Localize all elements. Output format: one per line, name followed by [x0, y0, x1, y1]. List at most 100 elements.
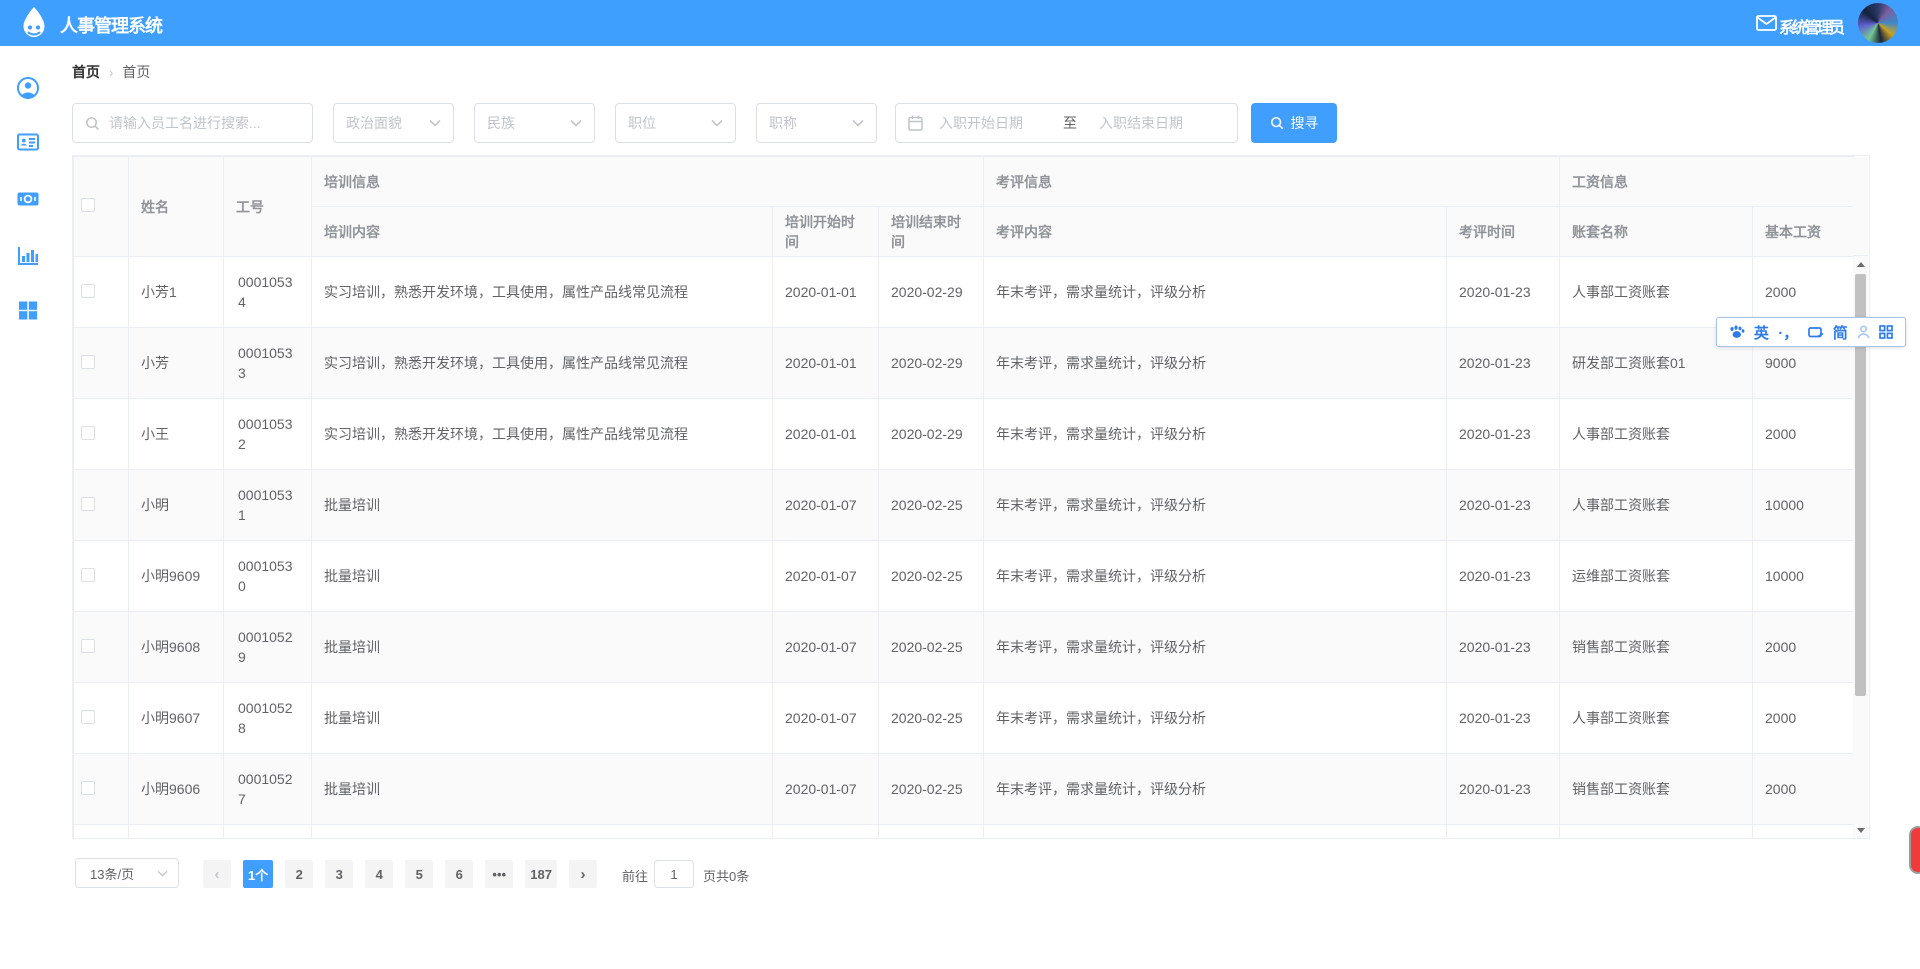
group-header-salary: 工资信息 [1560, 157, 1855, 207]
sidebar-item-records[interactable] [16, 130, 40, 154]
employee-search-input[interactable]: 请输入员工名进行搜索... [72, 103, 313, 143]
goto-page-input[interactable]: 1 [654, 860, 694, 888]
scroll-down-arrow[interactable] [1853, 822, 1868, 838]
page-button-187[interactable]: 187 [525, 860, 557, 888]
page-button-4[interactable]: 4 [365, 860, 393, 888]
chevron-down-icon [570, 119, 582, 127]
position-select[interactable]: 职位 [615, 103, 736, 143]
prev-page-button[interactable]: ‹ [203, 860, 231, 888]
cell-review: 年末考评，需求量统计，评级分析 [984, 399, 1447, 470]
cell-training: 实习培训，熟悉开发环境，工具使用，属性产品线常见流程 [312, 399, 773, 470]
select-placeholder: 政治面貌 [346, 113, 402, 133]
cell-account: 人事部工资账套 [1560, 399, 1753, 470]
group-header-review: 考评信息 [984, 157, 1560, 207]
col-header-name: 姓名 [129, 157, 224, 257]
cell-id: 00010527 [224, 754, 312, 825]
cell-name: 小明9606 [129, 754, 224, 825]
cell-salary: 10000 [1753, 470, 1855, 541]
ime-simplified-toggle[interactable]: 简 [1833, 322, 1848, 343]
row-checkbox[interactable] [81, 426, 95, 440]
user-circle-icon [16, 76, 40, 100]
row-checkbox[interactable] [81, 639, 95, 653]
cell-review: 年末考评，需求量统计，评级分析 [984, 541, 1447, 612]
page-button-6[interactable]: 6 [445, 860, 473, 888]
cell-name: 小明9607 [129, 683, 224, 754]
hire-end-date-input[interactable]: 入职结束日期 [1099, 113, 1183, 133]
logged-in-username[interactable]: 系统管理员 [1779, 14, 1847, 38]
row-checkbox[interactable] [81, 497, 95, 511]
cell-training-end: 2020-02-29 [879, 257, 984, 328]
search-button-label: 搜寻 [1291, 113, 1319, 133]
cell-id: 00010530 [224, 541, 312, 612]
mail-icon[interactable] [1756, 15, 1777, 31]
ime-baidu-paw-icon[interactable] [1729, 325, 1745, 339]
select-all-checkbox[interactable] [81, 198, 95, 212]
cell-review-time: 2020-01-23 [1447, 825, 1560, 840]
money-icon [16, 187, 40, 211]
sidebar-item-salary[interactable] [16, 187, 40, 211]
cell-name: 小王 [129, 399, 224, 470]
cell-salary: 2000 [1753, 754, 1855, 825]
table-row: 小明 00010531 批量培训 2020-01-07 2020-02-25 年… [74, 470, 1855, 541]
job-title-select[interactable]: 职称 [756, 103, 877, 143]
page-button-3[interactable]: 3 [325, 860, 353, 888]
cell-id: 00010531 [224, 470, 312, 541]
next-page-button[interactable]: › [569, 860, 597, 888]
more-pages-button[interactable]: ••• [485, 860, 513, 888]
page-button-2[interactable]: 2 [285, 860, 313, 888]
ethnicity-select[interactable]: 民族 [474, 103, 595, 143]
total-count-label: 页共0条 [703, 866, 749, 885]
page-size-select[interactable]: 13条/页 [75, 858, 179, 888]
cell-salary: 2000 [1753, 612, 1855, 683]
col-header-training-end: 培训结束时间 [879, 207, 984, 257]
ime-punctuation-toggle[interactable]: ·， [1778, 322, 1798, 343]
cell-review-time: 2020-01-23 [1447, 683, 1560, 754]
cell-training-end: 2020-02-25 [879, 754, 984, 825]
id-card-icon [16, 130, 40, 154]
page-button-5[interactable]: 5 [405, 860, 433, 888]
ime-language-toggle[interactable]: 英 [1754, 322, 1769, 343]
cell-training: 实习培训，熟悉开发环境，工具使用，属性产品线常见流程 [312, 328, 773, 399]
cell-name: 小明9609 [129, 541, 224, 612]
table-row: 小芳1 00010534 实习培训，熟悉开发环境，工具使用，属性产品线常见流程 … [74, 257, 1855, 328]
row-checkbox[interactable] [81, 710, 95, 724]
app-title: 人事管理系统 [60, 12, 162, 38]
table-row: 小明9608 00010529 批量培训 2020-01-07 2020-02-… [74, 612, 1855, 683]
goto-page-label: 前往 [622, 866, 648, 885]
ime-tools-grid-icon[interactable] [1879, 325, 1893, 339]
pager: ‹ 1个 2 3 4 5 6 ••• 187 › [203, 860, 597, 888]
cell-training: 批量培训 [312, 754, 773, 825]
breadcrumb: 首页 › 首页 [72, 62, 150, 82]
select-placeholder: 民族 [487, 113, 515, 133]
cell-review: 年末考评，需求量统计，评级分析 [984, 825, 1447, 840]
table-row: 小明9607 00010528 批量培训 2020-01-07 2020-02-… [74, 683, 1855, 754]
sidebar-item-statistics[interactable] [16, 243, 40, 267]
cell-name: 小明9608 [129, 612, 224, 683]
cell-account: 人事部工资账套 [1560, 683, 1753, 754]
cell-review: 年末考评，需求量统计，评级分析 [984, 754, 1447, 825]
row-checkbox[interactable] [81, 781, 95, 795]
edge-recording-indicator[interactable] [1909, 826, 1920, 874]
row-checkbox[interactable] [81, 568, 95, 582]
cell-review: 年末考评，需求量统计，评级分析 [984, 612, 1447, 683]
sidebar-item-apps[interactable] [16, 298, 40, 322]
scroll-up-arrow[interactable] [1853, 256, 1868, 272]
chevron-down-icon [429, 119, 441, 127]
user-avatar[interactable] [1858, 3, 1898, 43]
search-button[interactable]: 搜寻 [1251, 103, 1337, 143]
breadcrumb-home[interactable]: 首页 [72, 62, 100, 82]
row-checkbox[interactable] [81, 355, 95, 369]
political-status-select[interactable]: 政治面貌 [333, 103, 454, 143]
bar-chart-icon [16, 243, 40, 267]
cell-training-start: 2020-01-01 [773, 399, 879, 470]
ime-user-icon[interactable] [1857, 325, 1870, 339]
page-button-1[interactable]: 1个 [243, 860, 273, 888]
hire-start-date-input[interactable]: 入职开始日期 [939, 113, 1055, 133]
chevron-down-icon [852, 119, 864, 127]
chevron-down-icon [157, 870, 168, 877]
ime-keyboard-icon[interactable] [1808, 326, 1824, 339]
apps-grid-icon [16, 298, 40, 322]
sidebar-item-employee[interactable] [16, 76, 40, 100]
row-checkbox[interactable] [81, 284, 95, 298]
hire-date-range-picker[interactable]: 入职开始日期 至 入职结束日期 [895, 103, 1238, 143]
